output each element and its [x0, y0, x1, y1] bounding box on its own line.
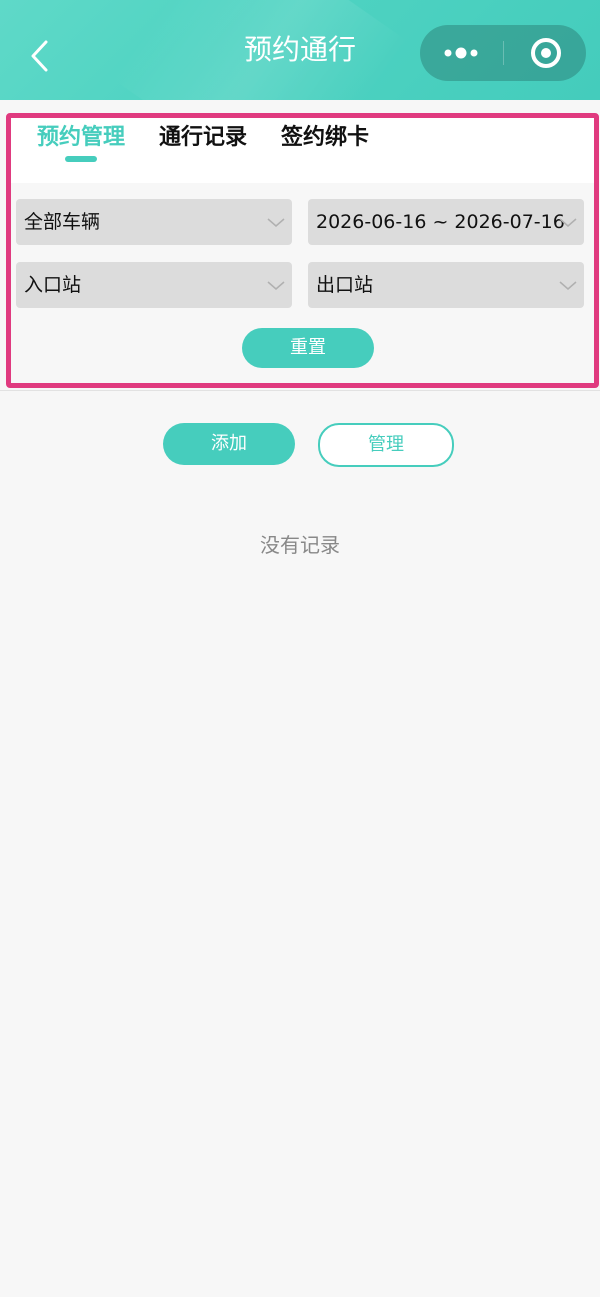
close-mini-program-button[interactable] [524, 25, 580, 81]
mini-program-capsule [420, 25, 586, 81]
more-dots-icon [444, 47, 478, 59]
manage-button[interactable]: 管理 [318, 423, 454, 467]
empty-state-text: 没有记录 [260, 533, 340, 557]
add-button[interactable]: 添加 [163, 423, 295, 465]
active-tab-indicator [65, 156, 97, 162]
chevron-down-icon [559, 218, 577, 227]
exit-station-select[interactable]: 出口站 [308, 262, 584, 308]
tab-contract-binding[interactable]: 签约绑卡 [281, 122, 369, 162]
entry-station-select[interactable]: 入口站 [16, 262, 292, 308]
vehicle-select-value: 全部车辆 [24, 211, 101, 233]
chevron-down-icon [267, 281, 285, 290]
date-range-value: 2026-06-16 ~ 2026-07-16 [316, 211, 565, 233]
date-range-select[interactable]: 2026-06-16 ~ 2026-07-16 [308, 199, 584, 245]
filter-panel: 预约管理 通行记录 签约绑卡 全部车辆 2026-06-16 ~ 2026-07… [6, 113, 599, 388]
section-divider [0, 390, 600, 391]
entry-station-value: 入口站 [24, 274, 82, 296]
chevron-down-icon [267, 218, 285, 227]
reset-button[interactable]: 重置 [242, 328, 374, 368]
vehicle-select[interactable]: 全部车辆 [16, 199, 292, 245]
app-header: 预约通行 [0, 0, 600, 100]
chevron-down-icon [559, 281, 577, 290]
capsule-divider [503, 41, 504, 65]
exit-station-value: 出口站 [316, 274, 374, 296]
target-circle-icon [531, 38, 561, 68]
filter-area: 全部车辆 2026-06-16 ~ 2026-07-16 入口站 出口站 重置 [11, 183, 594, 383]
tab-passage-records[interactable]: 通行记录 [159, 122, 247, 162]
tab-bar: 预约管理 通行记录 签约绑卡 [11, 118, 594, 183]
more-button[interactable] [420, 25, 502, 81]
